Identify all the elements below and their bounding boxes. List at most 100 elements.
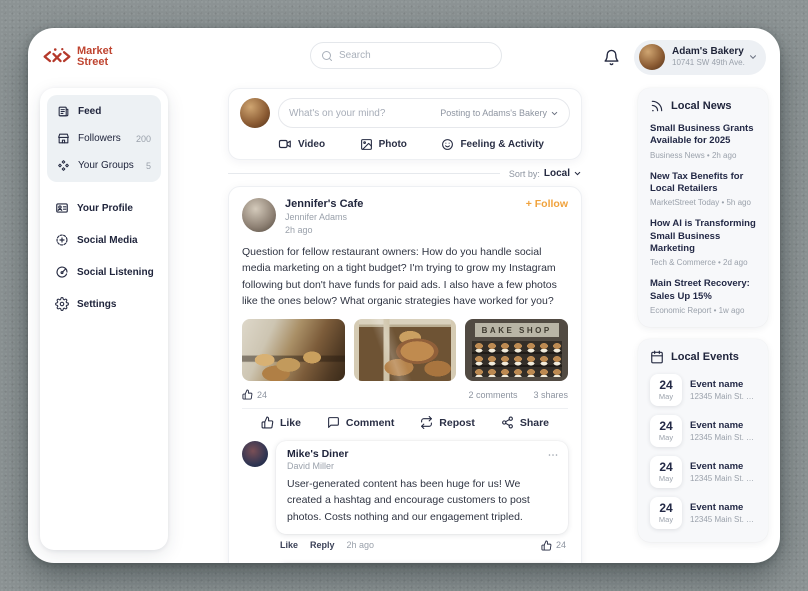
chevron-down-icon xyxy=(550,109,559,118)
comment-reply-button[interactable]: Reply xyxy=(310,540,335,550)
event-row[interactable]: 24May Event name 12345 Main St. Portland,… xyxy=(650,415,756,447)
event-month: May xyxy=(659,434,673,442)
profile-address: 10741 SW 49th Ave. xyxy=(672,58,741,68)
sidebar-item-feed[interactable]: Feed xyxy=(49,98,159,125)
event-name[interactable]: Event name xyxy=(690,461,756,472)
post-photo-bakery-kitchen[interactable] xyxy=(242,319,345,381)
news-item[interactable]: Main Street Recovery: Sales Up 15% Econo… xyxy=(650,278,756,315)
thumb-up-icon[interactable] xyxy=(242,389,253,400)
local-events-title: Local Events xyxy=(671,351,739,363)
video-button[interactable]: Video xyxy=(278,137,325,151)
logo-text: Market Street xyxy=(77,46,112,68)
share-icon xyxy=(501,416,514,429)
news-source: Tech & Commerce xyxy=(650,258,716,267)
share-button[interactable]: Share xyxy=(501,416,549,429)
composer-input[interactable] xyxy=(289,108,434,119)
post-text: Question for fellow restaurant owners: H… xyxy=(242,244,568,309)
news-item[interactable]: Small Business Grants Available for 2025… xyxy=(650,123,756,160)
sidebar-item-social-listening[interactable]: Social Listening xyxy=(47,256,161,288)
avatar xyxy=(639,44,665,70)
comment-author-name: David Miller xyxy=(287,461,557,471)
post-shares-count[interactable]: 3 shares xyxy=(533,390,568,400)
sort-value[interactable]: Local xyxy=(544,168,570,179)
photo-icon xyxy=(360,138,373,151)
chevron-down-icon[interactable] xyxy=(573,169,582,178)
sidebar-item-your-profile[interactable]: Your Profile xyxy=(47,192,161,224)
local-news-title: Local News xyxy=(671,100,732,112)
event-date-chip: 24May xyxy=(650,415,682,447)
news-headline[interactable]: Main Street Recovery: Sales Up 15% xyxy=(650,278,756,303)
news-headline[interactable]: New Tax Benefits for Local Retailers xyxy=(650,171,756,196)
event-row[interactable]: 24May Event name12345 Main St. Portland,… xyxy=(650,497,756,529)
groups-count: 5 xyxy=(146,161,151,171)
post-comments-count[interactable]: 2 comments xyxy=(468,390,517,400)
sidebar-label: Your Profile xyxy=(77,203,133,214)
posting-to-selector[interactable]: Posting to Adams's Bakery xyxy=(440,108,559,118)
avatar[interactable] xyxy=(242,198,276,232)
sidebar-label: Settings xyxy=(77,299,116,310)
news-time: 1w ago xyxy=(711,306,744,315)
storefront-icon xyxy=(57,132,70,145)
post-photo-bake-shop[interactable]: BAKE SHOP xyxy=(465,319,568,381)
sort-row: Sort by: Local xyxy=(228,168,582,179)
feeling-label: Feeling & Activity xyxy=(460,139,544,150)
video-label: Video xyxy=(298,139,325,150)
event-address: 12345 Main St. Portland, OR... xyxy=(690,392,756,401)
smiley-icon xyxy=(441,138,454,151)
event-date-chip: 24May xyxy=(650,497,682,529)
follow-button[interactable]: + Follow xyxy=(526,198,568,210)
post-business-name[interactable]: Jennifer's Cafe xyxy=(285,198,363,210)
like-button[interactable]: Like xyxy=(261,416,301,429)
news-time: 5h ago xyxy=(719,198,751,207)
post-stats: 24 2 comments 3 shares xyxy=(242,389,568,400)
event-address: 12345 Main St. Portland, OR... xyxy=(690,474,756,483)
market-street-logo-icon xyxy=(42,45,72,70)
post-author-name: Jennifer Adams xyxy=(285,211,363,223)
rss-icon xyxy=(650,99,664,113)
comment-button[interactable]: Comment xyxy=(327,416,394,429)
sidebar-label: Followers xyxy=(78,133,121,144)
repost-button[interactable]: Repost xyxy=(420,416,475,429)
comment-like-button[interactable]: Like xyxy=(280,540,298,550)
event-name[interactable]: Event name xyxy=(690,379,756,390)
news-item[interactable]: How AI is Transforming Small Business Ma… xyxy=(650,218,756,267)
search-bar[interactable] xyxy=(310,42,502,69)
news-headline[interactable]: Small Business Grants Available for 2025 xyxy=(650,123,756,148)
composer-input-pill[interactable]: Posting to Adams's Bakery xyxy=(278,98,570,128)
event-address: 12345 Main St. Portland, OR... xyxy=(690,433,756,442)
sidebar-item-your-groups[interactable]: Your Groups 5 xyxy=(49,152,159,179)
post-photo-bread-display[interactable] xyxy=(354,319,457,381)
profile-switcher[interactable]: Adam's Bakery 10741 SW 49th Ave. xyxy=(634,40,766,75)
sidebar-item-settings[interactable]: Settings xyxy=(47,288,161,320)
comment-business-name[interactable]: Mike's Diner xyxy=(287,448,557,460)
gear-icon xyxy=(55,297,69,311)
comment-label: Comment xyxy=(346,417,394,429)
comment-like-count: 24 xyxy=(556,540,566,550)
feeling-activity-button[interactable]: Feeling & Activity xyxy=(441,137,544,151)
news-item[interactable]: New Tax Benefits for Local Retailers Mar… xyxy=(650,171,756,208)
avatar[interactable] xyxy=(240,98,270,128)
event-name[interactable]: Event name xyxy=(690,502,756,513)
repost-arrows-icon xyxy=(420,416,433,429)
post-header: Jennifer's Cafe Jennifer Adams 2h ago + … xyxy=(242,198,568,236)
event-row[interactable]: 24May Event name12345 Main St. Portland,… xyxy=(650,374,756,406)
search-input[interactable] xyxy=(339,50,469,61)
sidebar-item-social-media[interactable]: Social Media xyxy=(47,224,161,256)
news-headline[interactable]: How AI is Transforming Small Business Ma… xyxy=(650,218,756,255)
avatar[interactable] xyxy=(242,441,268,551)
logo[interactable]: Market Street xyxy=(42,45,112,70)
more-options-icon[interactable] xyxy=(547,449,559,461)
event-row[interactable]: 24May Event name12345 Main St. Portland,… xyxy=(650,456,756,488)
gauge-icon xyxy=(55,265,69,279)
sidebar-item-followers[interactable]: Followers 200 xyxy=(49,125,159,152)
photo-button[interactable]: Photo xyxy=(360,137,407,151)
video-camera-icon xyxy=(278,137,292,151)
event-day: 24 xyxy=(659,379,672,391)
thumb-up-icon[interactable] xyxy=(541,540,552,551)
event-name[interactable]: Event name xyxy=(690,420,756,431)
content-area: Feed Followers 200 Your Groups 5 xyxy=(28,86,780,563)
logo-line2: Street xyxy=(77,56,108,68)
notifications-bell-icon[interactable] xyxy=(603,49,620,66)
plus-circle-icon xyxy=(55,233,69,247)
share-label: Share xyxy=(520,417,549,429)
